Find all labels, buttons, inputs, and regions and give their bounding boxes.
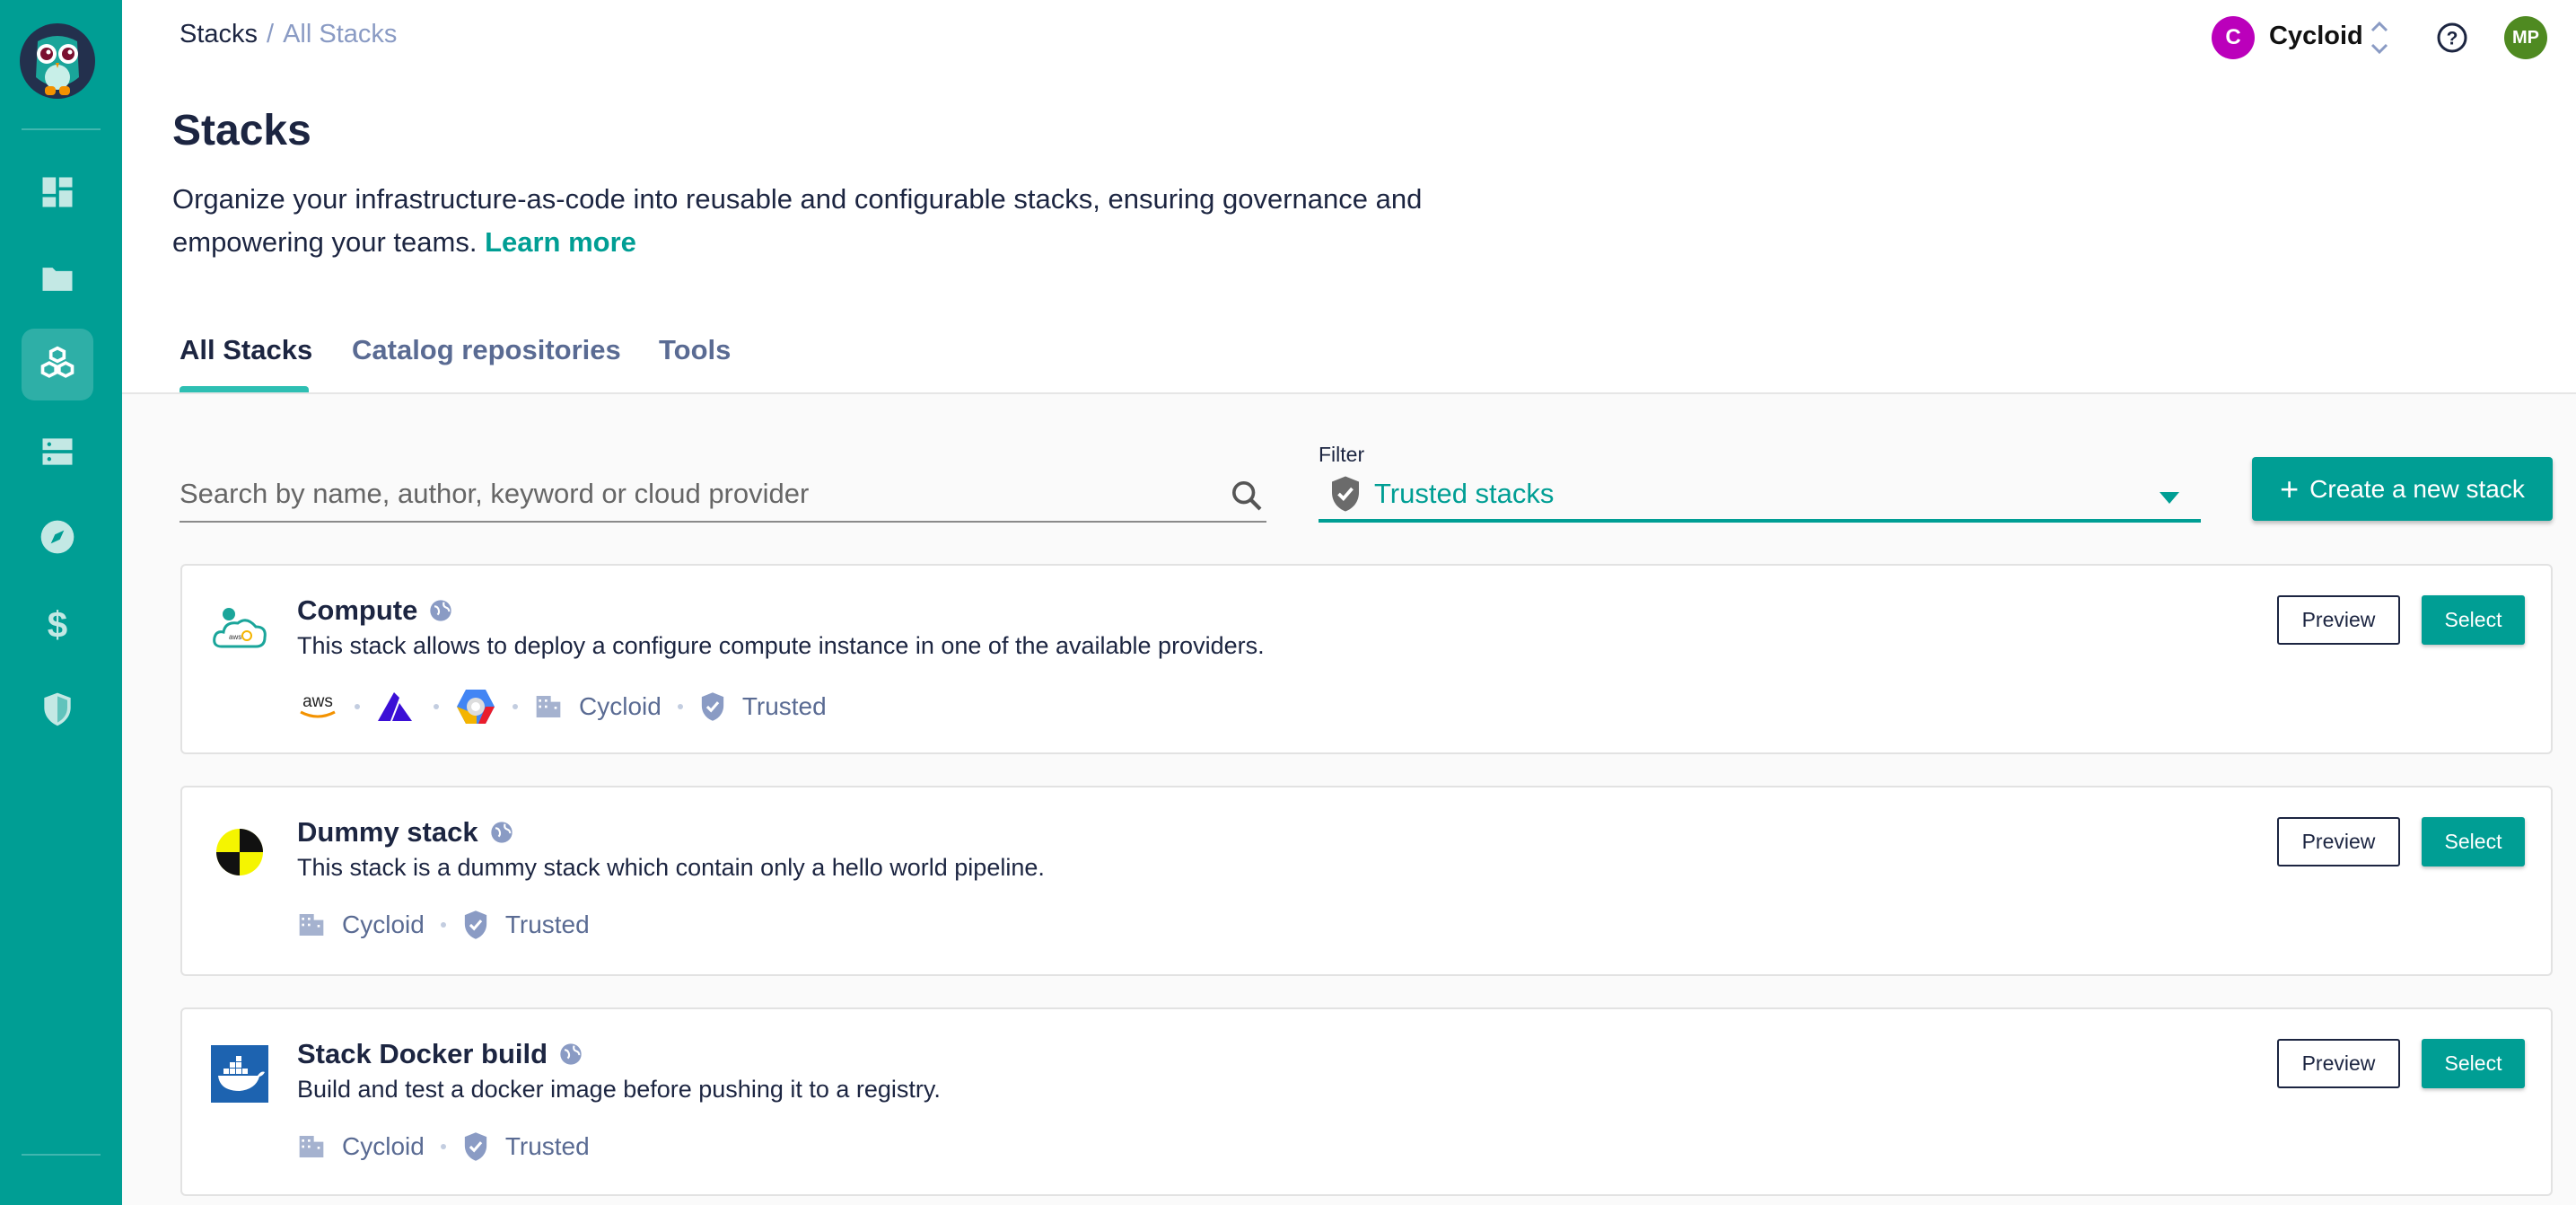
separator-dot [440, 922, 446, 928]
sidebar-item-projects[interactable] [22, 243, 93, 315]
stack-author: Cycloid [342, 910, 425, 938]
sidebar-item-explore[interactable] [22, 501, 93, 573]
active-tab-indicator [180, 386, 309, 392]
dashboard-icon [42, 177, 73, 207]
select-button[interactable]: Select [2422, 817, 2525, 866]
sidebar-item-stacks[interactable] [22, 329, 93, 400]
stack-description: This stack allows to deploy a configure … [297, 632, 1265, 659]
sidebar-divider [22, 128, 101, 130]
shield-check-icon [1332, 476, 1359, 512]
sidebar-item-infrastructure[interactable] [22, 416, 93, 488]
help-icon[interactable]: ? [2436, 22, 2468, 54]
tab-catalog-repositories[interactable]: Catalog repositories [352, 334, 621, 366]
preview-button[interactable]: Preview [2277, 1039, 2400, 1088]
trusted-shield-icon [464, 1132, 486, 1161]
stack-name[interactable]: Dummy stack [297, 816, 478, 849]
globe-icon [560, 1043, 582, 1065]
breadcrumb-root[interactable]: Stacks [180, 20, 258, 48]
building-icon [536, 696, 561, 717]
sidebar-divider [22, 1154, 101, 1156]
stack-card-compute[interactable]: aws Compute This stack allows to deploy … [180, 564, 2553, 754]
search-input[interactable] [180, 467, 1185, 521]
trusted-shield-icon [464, 910, 486, 939]
docker-logo [211, 1045, 268, 1103]
separator-dot [677, 704, 683, 709]
separator-dot [513, 704, 518, 709]
description-text: Organize your infrastructure-as-code int… [172, 183, 1423, 258]
svg-text:$: $ [48, 604, 67, 644]
folder-icon [42, 268, 73, 291]
create-stack-label: Create a new stack [2309, 474, 2525, 503]
page-description: Organize your infrastructure-as-code int… [172, 178, 1519, 264]
breadcrumb-current: All Stacks [283, 20, 398, 48]
trusted-badge: Trusted [741, 692, 827, 720]
stack-card-docker-build[interactable]: Stack Docker build Build and test a dock… [180, 1007, 2553, 1196]
dollar-icon: $ [48, 604, 67, 644]
cycloid-owl-logo[interactable] [20, 23, 95, 99]
server-icon [42, 438, 73, 465]
breadcrumb-separator: / [267, 20, 275, 48]
stack-description: This stack is a dummy stack which contai… [297, 854, 1045, 881]
shield-icon [44, 692, 71, 726]
learn-more-link[interactable]: Learn more [485, 226, 636, 258]
select-button[interactable]: Select [2422, 595, 2525, 645]
compute-stack-logo: aws [213, 608, 267, 648]
dropdown-arrow-icon [2160, 492, 2179, 504]
search-icon[interactable] [1229, 478, 1265, 514]
filter-select[interactable]: Trusted stacks [1319, 469, 2201, 523]
preview-button[interactable]: Preview [2277, 595, 2400, 645]
azure-icon [378, 692, 412, 721]
stack-description: Build and test a docker image before pus… [297, 1076, 941, 1103]
building-icon [299, 1136, 324, 1157]
svg-text:aws: aws [302, 692, 333, 711]
stack-name[interactable]: Stack Docker build [297, 1038, 548, 1070]
page-title: Stacks [172, 107, 311, 154]
gcp-icon [457, 690, 495, 724]
svg-text:?: ? [2447, 29, 2458, 49]
stack-name[interactable]: Compute [297, 594, 417, 627]
tab-tools[interactable]: Tools [659, 334, 731, 366]
select-button[interactable]: Select [2422, 1039, 2525, 1088]
stack-card-dummy[interactable]: Dummy stack This stack is a dummy stack … [180, 786, 2553, 976]
preview-button[interactable]: Preview [2277, 817, 2400, 866]
cubes-icon [40, 346, 74, 378]
sidebar-item-cost[interactable]: $ [22, 588, 93, 660]
org-switcher-chevrons-icon[interactable] [2370, 18, 2389, 57]
org-avatar[interactable]: C [2212, 16, 2255, 59]
trusted-shield-icon [701, 692, 723, 721]
stack-author: Cycloid [579, 692, 662, 720]
separator-dot [355, 704, 360, 709]
search-field [180, 467, 1266, 523]
filter-value: Trusted stacks [1374, 478, 1555, 509]
trusted-badge: Trusted [504, 1132, 590, 1160]
user-avatar[interactable]: MP [2504, 16, 2547, 59]
breadcrumb: Stacks / All Stacks [180, 20, 397, 49]
separator-dot [440, 1144, 446, 1149]
sidebar-item-security[interactable] [22, 673, 93, 745]
globe-icon [490, 822, 513, 843]
building-icon [299, 914, 324, 936]
globe-icon [430, 600, 451, 621]
dummy-stack-logo [216, 829, 263, 875]
trusted-badge: Trusted [504, 910, 590, 938]
create-stack-button[interactable]: + Create a new stack [2252, 457, 2553, 521]
svg-text:aws: aws [229, 633, 241, 641]
compass-icon [40, 520, 74, 554]
stack-author: Cycloid [342, 1132, 425, 1160]
plus-icon: + [2280, 470, 2300, 507]
org-name[interactable]: Cycloid [2269, 22, 2363, 51]
filter-label: Filter [1319, 443, 1365, 466]
tab-all-stacks[interactable]: All Stacks [180, 334, 312, 366]
sidebar: $ [0, 0, 122, 1205]
sidebar-item-dashboard[interactable] [22, 156, 93, 228]
separator-dot [434, 704, 439, 709]
aws-icon: aws [300, 692, 336, 718]
